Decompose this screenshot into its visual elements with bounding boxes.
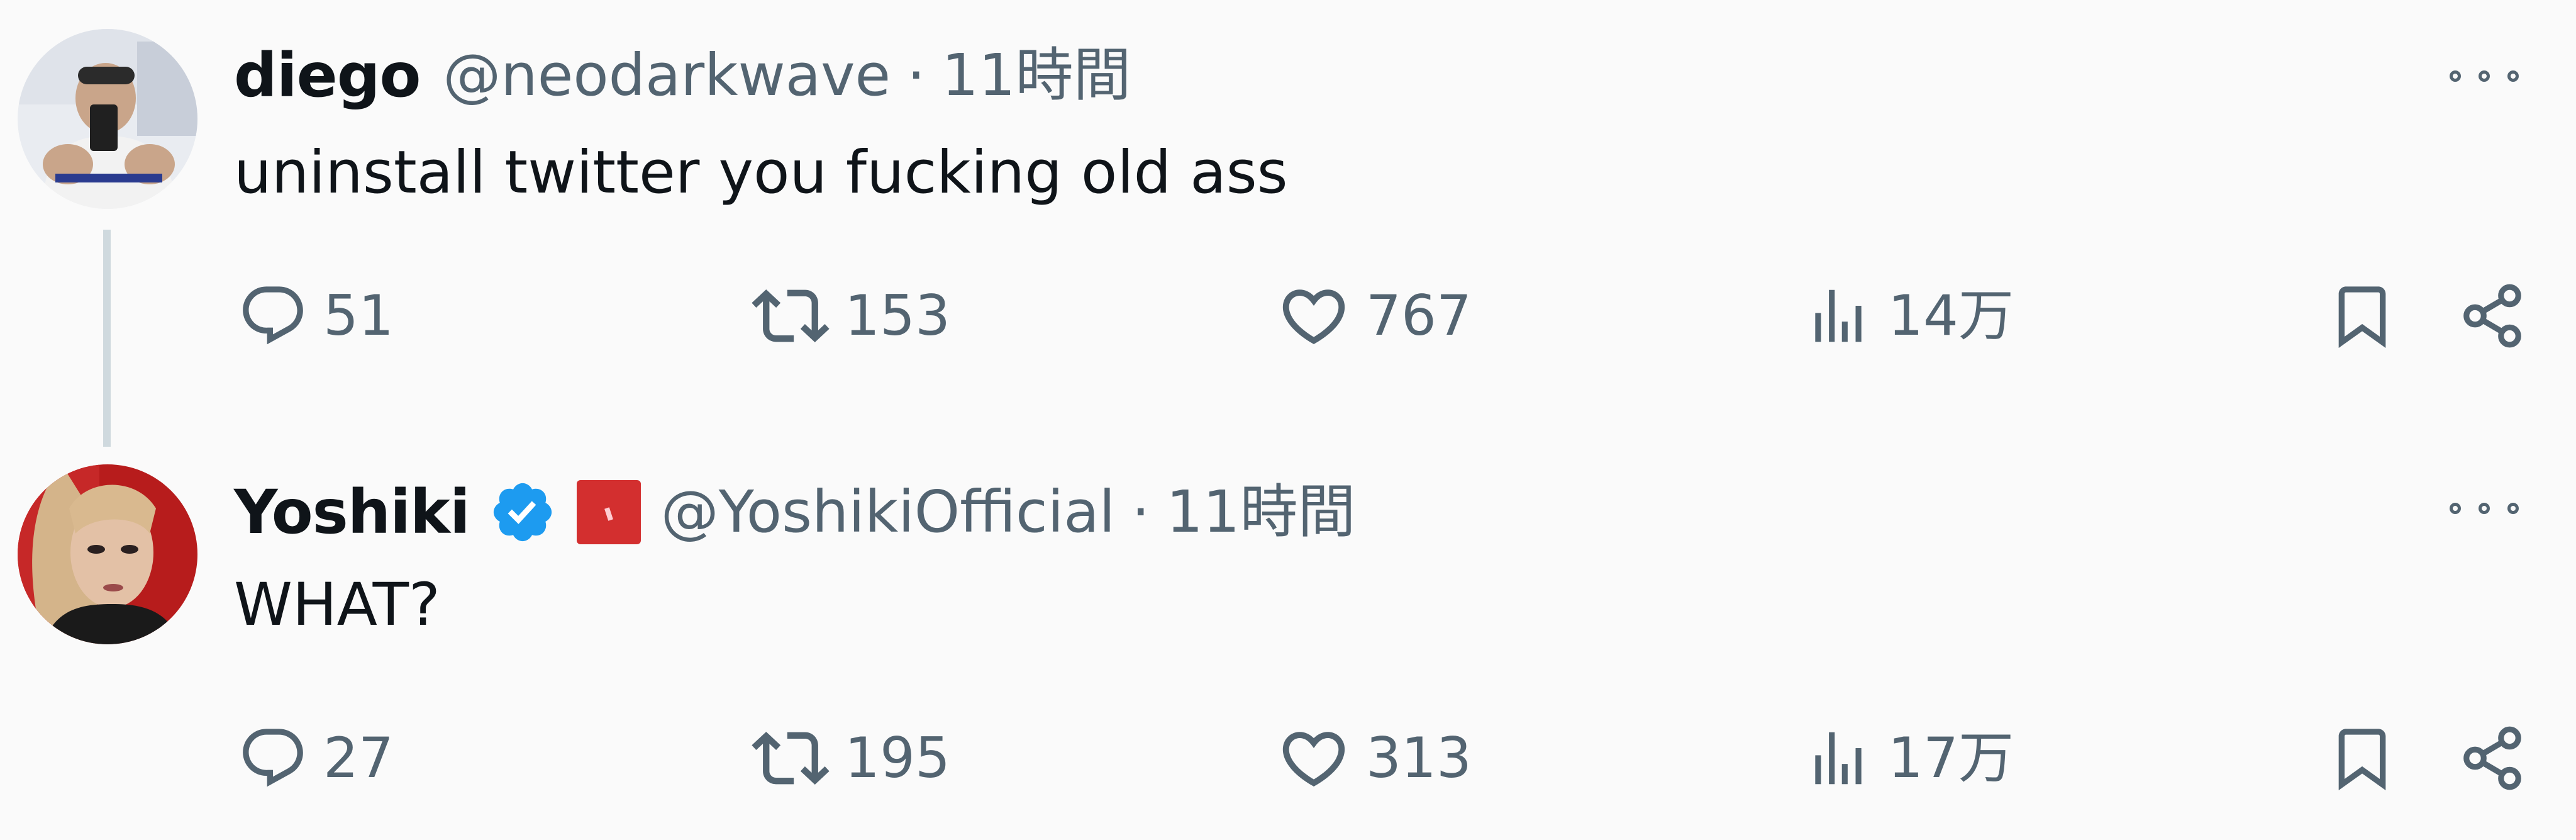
tweet-header: Yoshiki @YoshikiOfficial · 11時間 xyxy=(234,478,1355,546)
display-name[interactable]: Yoshiki xyxy=(234,482,470,542)
retweet-count: 195 xyxy=(845,725,950,790)
tweet-text: WHAT? xyxy=(234,571,440,639)
views-button[interactable]: 17万 xyxy=(1804,714,2014,802)
tweet-text: uninstall twitter you fucking old ass xyxy=(234,138,1288,207)
bookmark-button[interactable] xyxy=(2327,272,2397,360)
more-dots-icon[interactable] xyxy=(2450,499,2519,518)
share-icon xyxy=(2463,726,2521,790)
like-count: 313 xyxy=(1366,725,1472,790)
reply-count: 27 xyxy=(323,725,394,790)
tweet-yoshiki[interactable]: Yoshiki @YoshikiOfficial · 11時間 WHAT? 27… xyxy=(0,450,2576,840)
reply-count: 51 xyxy=(323,283,394,348)
user-handle[interactable]: @neodarkwave xyxy=(443,47,891,104)
tweet-header: diego @neodarkwave · 11時間 xyxy=(234,45,1131,106)
heart-icon xyxy=(1282,732,1345,787)
reply-button[interactable]: 51 xyxy=(238,272,394,360)
user-handle[interactable]: @YoshikiOfficial xyxy=(661,483,1115,541)
like-button[interactable]: 767 xyxy=(1277,272,1472,360)
tweet-diego[interactable]: diego @neodarkwave · 11時間 uninstall twit… xyxy=(0,0,2576,450)
share-icon xyxy=(2463,284,2521,348)
separator-dot: · xyxy=(907,42,926,109)
retweet-icon xyxy=(752,289,830,342)
action-bar: 27 195 313 17万 xyxy=(0,714,2576,802)
like-button[interactable]: 313 xyxy=(1277,714,1472,802)
verified-check-icon[interactable] xyxy=(489,478,557,546)
share-button[interactable] xyxy=(2458,272,2527,360)
reply-button[interactable]: 27 xyxy=(238,714,394,802)
more-dots-icon[interactable] xyxy=(2450,67,2519,86)
views-bar-chart-icon xyxy=(1815,289,1862,342)
views-count: 17万 xyxy=(1888,725,2014,790)
avatar[interactable] xyxy=(18,29,197,209)
retweet-icon xyxy=(752,732,830,785)
heart-icon xyxy=(1282,289,1345,345)
views-button[interactable]: 14万 xyxy=(1804,272,2014,360)
separator-dot: · xyxy=(1131,478,1150,546)
reply-bubble-icon xyxy=(243,729,303,787)
timestamp[interactable]: 11時間 xyxy=(1166,483,1355,541)
affiliate-badge-icon[interactable] xyxy=(576,480,641,544)
retweet-button[interactable]: 153 xyxy=(752,272,950,360)
action-bar: 51 153 767 14万 xyxy=(0,272,2576,360)
reply-bubble-icon xyxy=(243,286,303,345)
retweet-button[interactable]: 195 xyxy=(752,714,950,802)
bookmark-icon xyxy=(2338,729,2386,791)
display-name[interactable]: diego xyxy=(234,45,421,106)
retweet-count: 153 xyxy=(845,283,950,348)
share-button[interactable] xyxy=(2458,714,2527,802)
views-count: 14万 xyxy=(1888,283,2014,348)
views-bar-chart-icon xyxy=(1815,732,1862,785)
timestamp[interactable]: 11時間 xyxy=(941,47,1131,104)
like-count: 767 xyxy=(1366,283,1472,348)
bookmark-button[interactable] xyxy=(2327,714,2397,802)
avatar[interactable] xyxy=(18,464,197,644)
bookmark-icon xyxy=(2338,286,2386,349)
